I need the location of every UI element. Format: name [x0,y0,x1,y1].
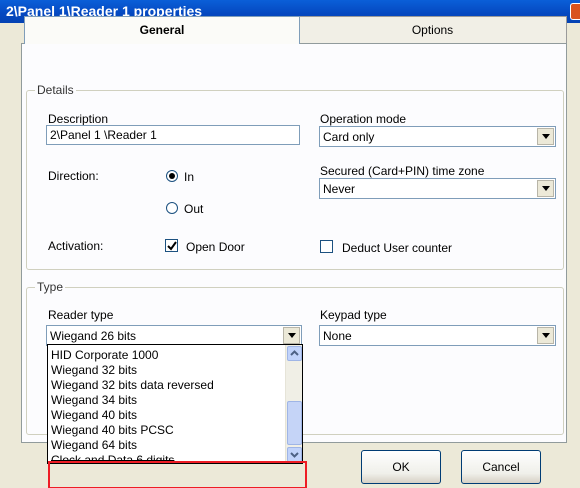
list-item[interactable]: HID Corporate 1000 [51,348,158,363]
scroll-down-button[interactable] [287,447,302,462]
scroll-thumb[interactable] [287,401,302,445]
reader-type-select[interactable]: Wiegand 26 bits [46,325,302,346]
direction-in-label: In [184,170,195,184]
list-item[interactable]: Wiegand 64 bits [51,438,137,453]
keypad-type-value: None [323,329,352,343]
chevron-up-icon [290,350,299,356]
properties-dialog: 2\Panel 1\Reader 1 properties General Op… [0,0,580,488]
list-item[interactable]: Wiegand 34 bits [51,393,137,408]
tab-options-label: Options [411,23,454,37]
cancel-button[interactable]: Cancel [461,450,541,484]
list-scrollbar[interactable] [285,345,302,463]
list-item[interactable]: Wiegand 32 bits [51,363,137,378]
list-item[interactable]: Wiegand 32 bits data reversed [51,378,214,393]
operation-mode-select[interactable]: Card only [319,126,556,147]
close-button[interactable] [570,3,580,20]
tab-options[interactable]: Options [298,16,567,44]
direction-in-radio[interactable] [166,170,178,182]
open-door-checkbox[interactable] [165,239,178,252]
cancel-button-label: Cancel [482,460,520,474]
list-item[interactable]: Wiegand 40 bits PCSC [51,423,174,438]
reader-type-value: Wiegand 26 bits [50,329,137,343]
tab-general[interactable]: General [24,16,300,44]
chevron-down-icon[interactable] [537,180,554,197]
highlight-box [48,461,307,488]
keypad-type-select[interactable]: None [319,325,556,346]
tab-general-label: General [139,23,185,37]
list-item[interactable]: Wiegand 40 bits [51,408,137,423]
secured-timezone-value: Never [323,182,356,196]
activation-label: Activation: [48,239,104,253]
ok-button[interactable]: OK [361,450,441,484]
deduct-user-counter-label: Deduct User counter [342,241,453,255]
chevron-down-icon[interactable] [283,327,300,344]
chevron-down-icon [290,452,299,458]
chevron-down-icon[interactable] [537,327,554,344]
direction-label: Direction: [48,169,99,183]
reader-type-dropdown-list[interactable]: HID Corporate 1000 Wiegand 32 bits Wiega… [47,344,303,464]
description-label: Description [48,112,109,126]
scroll-up-button[interactable] [287,346,302,361]
details-group-label: Details [35,83,76,97]
description-field[interactable]: 2\Panel 1 \Reader 1 [46,125,300,145]
deduct-user-counter-checkbox[interactable] [320,240,333,253]
type-group-label: Type [35,280,66,294]
direction-out-label: Out [184,202,204,216]
operation-mode-label: Operation mode [320,112,407,126]
keypad-type-label: Keypad type [320,308,387,322]
open-door-label: Open Door [186,240,245,254]
ok-button-label: OK [392,460,410,474]
secured-timezone-select[interactable]: Never [319,178,556,199]
chevron-down-icon[interactable] [537,128,554,145]
secured-timezone-label: Secured (Card+PIN) time zone [320,164,485,178]
direction-out-radio[interactable] [166,202,178,214]
operation-mode-value: Card only [323,130,375,144]
reader-type-label: Reader type [48,308,114,322]
